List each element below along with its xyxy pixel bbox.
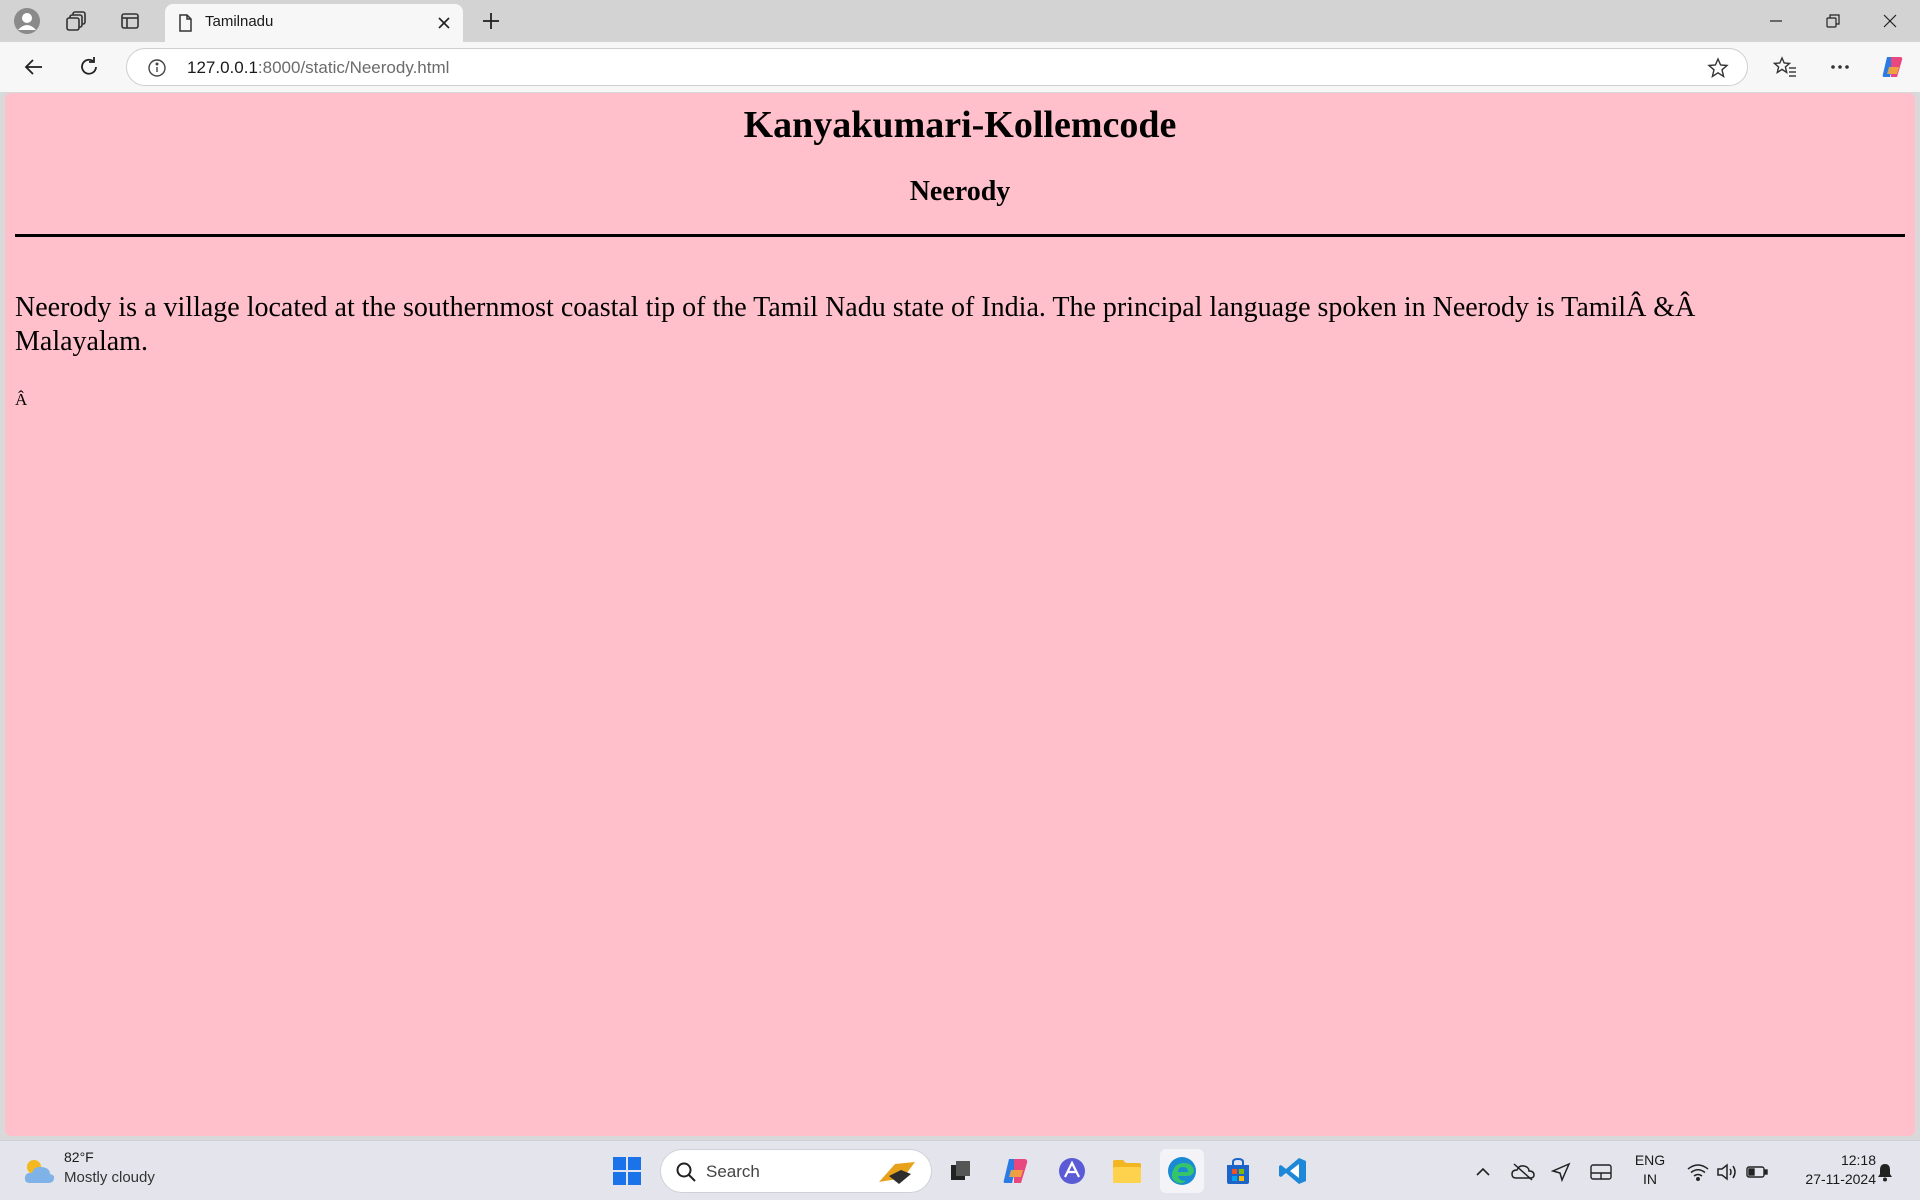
wifi-icon[interactable] (1685, 1159, 1711, 1185)
vscode-icon[interactable] (1271, 1149, 1315, 1193)
profile-icon[interactable] (12, 6, 42, 36)
close-tab-icon[interactable] (433, 12, 455, 34)
notification-bell-icon[interactable] (1872, 1159, 1898, 1185)
url-text[interactable]: 127.0.0.1:8000/static/Neerody.html (187, 58, 449, 78)
touch-keyboard-icon[interactable] (1588, 1159, 1614, 1185)
start-button[interactable] (605, 1149, 649, 1193)
search-highlight-icon (875, 1156, 919, 1193)
back-button[interactable] (17, 50, 51, 84)
url-path: :8000/static/Neerody.html (257, 58, 450, 77)
edge-browser-icon[interactable] (1160, 1149, 1204, 1193)
more-options-button[interactable] (1823, 50, 1857, 84)
horizontal-rule (15, 234, 1905, 237)
location-icon[interactable] (1548, 1159, 1574, 1185)
language-code: ENG (1634, 1152, 1666, 1168)
weather-widget[interactable]: 82°F Mostly cloudy (22, 1149, 182, 1193)
input-language-indicator[interactable]: ENG IN (1628, 1151, 1672, 1189)
url-host: 127.0.0.1 (187, 58, 258, 77)
page-subtitle: Neerody (909, 176, 1011, 207)
minimize-button[interactable] (1748, 0, 1804, 42)
search-icon (675, 1161, 697, 1188)
weather-description: Mostly cloudy (64, 1169, 155, 1186)
favorites-button[interactable] (1768, 50, 1802, 84)
clock-time: 12:18 (1840, 1152, 1876, 1168)
description-paragraph: Neerody is a village located at the sout… (15, 292, 1696, 357)
volume-icon[interactable] (1714, 1159, 1740, 1185)
microsoft-store-icon[interactable] (1216, 1149, 1260, 1193)
taskbar-search-box[interactable]: Search (660, 1149, 932, 1193)
browser-toolbar: 127.0.0.1:8000/static/Neerody.html (0, 42, 1920, 92)
onedrive-offline-icon[interactable] (1510, 1159, 1536, 1185)
stray-character-text: Â (15, 390, 28, 409)
site-info-icon[interactable] (147, 58, 167, 78)
favorite-star-icon[interactable] (1707, 57, 1729, 79)
address-bar[interactable]: 127.0.0.1:8000/static/Neerody.html (126, 48, 1748, 86)
battery-icon[interactable] (1744, 1159, 1770, 1185)
region-code: IN (1643, 1171, 1657, 1187)
page-icon (175, 13, 195, 33)
restore-button[interactable] (1805, 0, 1861, 42)
task-view-icon[interactable] (938, 1149, 982, 1193)
copilot-button[interactable] (1876, 50, 1910, 84)
file-explorer-icon[interactable] (1105, 1149, 1149, 1193)
new-tab-button[interactable] (476, 6, 506, 36)
show-hidden-icons-chevron-icon[interactable] (1470, 1159, 1496, 1185)
clock-date: 27-11-2024 (1805, 1171, 1876, 1187)
system-clock[interactable]: 12:18 27-11-2024 (1780, 1151, 1876, 1189)
vpn-app-icon[interactable] (1050, 1149, 1094, 1193)
weather-temperature: 82°F (64, 1149, 94, 1165)
refresh-button[interactable] (72, 50, 106, 84)
tab-bar: Tamilnadu (0, 0, 1920, 42)
cloudy-weather-icon (22, 1157, 56, 1190)
vertical-tabs-icon[interactable] (115, 6, 145, 36)
page-title: Kanyakumari-Kollemcode (743, 104, 1177, 146)
workspaces-icon[interactable] (62, 6, 92, 36)
page-viewport: Kanyakumari-Kollemcode Neerody Neerody i… (5, 93, 1915, 1136)
windows-taskbar: 82°F Mostly cloudy Search ENG IN 12:18 2… (0, 1140, 1920, 1200)
active-tab[interactable]: Tamilnadu (165, 4, 463, 42)
close-window-button[interactable] (1862, 0, 1918, 42)
copilot-app-icon[interactable] (994, 1149, 1038, 1193)
search-label: Search (706, 1162, 760, 1181)
tab-title: Tamilnadu (205, 13, 274, 30)
